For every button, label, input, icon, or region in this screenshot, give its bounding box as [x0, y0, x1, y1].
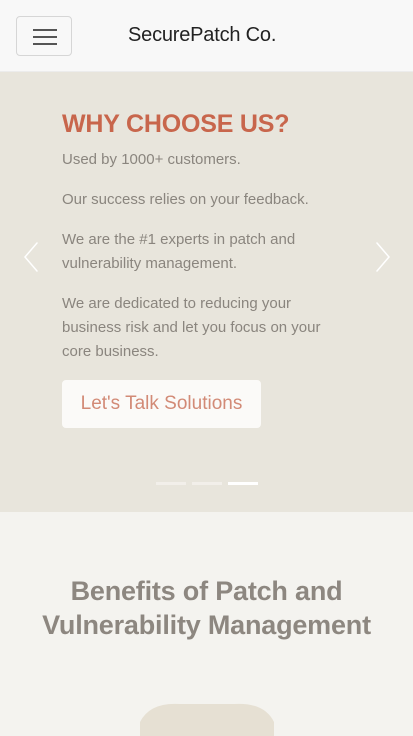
section-title: Benefits of Patch and Vulnerability Mana…: [42, 576, 371, 640]
benefits-section: Benefits of Patch and Vulnerability Mana…: [0, 512, 413, 736]
hero-carousel: WHY CHOOSE US? Used by 1000+ customers. …: [0, 72, 413, 512]
slide-title: WHY CHOOSE US?: [62, 110, 290, 138]
carousel-indicator[interactable]: [156, 482, 186, 485]
menu-toggle-button[interactable]: [16, 16, 72, 56]
carousel-indicator-active[interactable]: [228, 482, 258, 485]
carousel-indicator[interactable]: [192, 482, 222, 485]
navbar: SecurePatch Co.: [0, 0, 413, 72]
hamburger-menu-icon: [33, 43, 57, 45]
carousel-next-button[interactable]: [370, 240, 394, 274]
carousel-prev-button[interactable]: [20, 240, 44, 274]
slide-text: Our success relies on your feedback.: [62, 191, 309, 208]
brand-link[interactable]: SecurePatch Co.: [128, 24, 276, 47]
benefit-badge-shape: [140, 703, 274, 736]
slide-text: We are dedicated to reducing your busine…: [62, 295, 321, 360]
hamburger-menu-icon: [33, 36, 57, 38]
lets-talk-solutions-button[interactable]: Let's Talk Solutions: [62, 380, 261, 428]
chevron-left-icon: [24, 242, 38, 272]
slide-text: Used by 1000+ customers.: [62, 151, 241, 168]
chevron-right-icon: [376, 242, 390, 272]
slide-text: We are the #1 experts in patch and vulne…: [62, 231, 296, 272]
hamburger-menu-icon: [33, 29, 57, 31]
